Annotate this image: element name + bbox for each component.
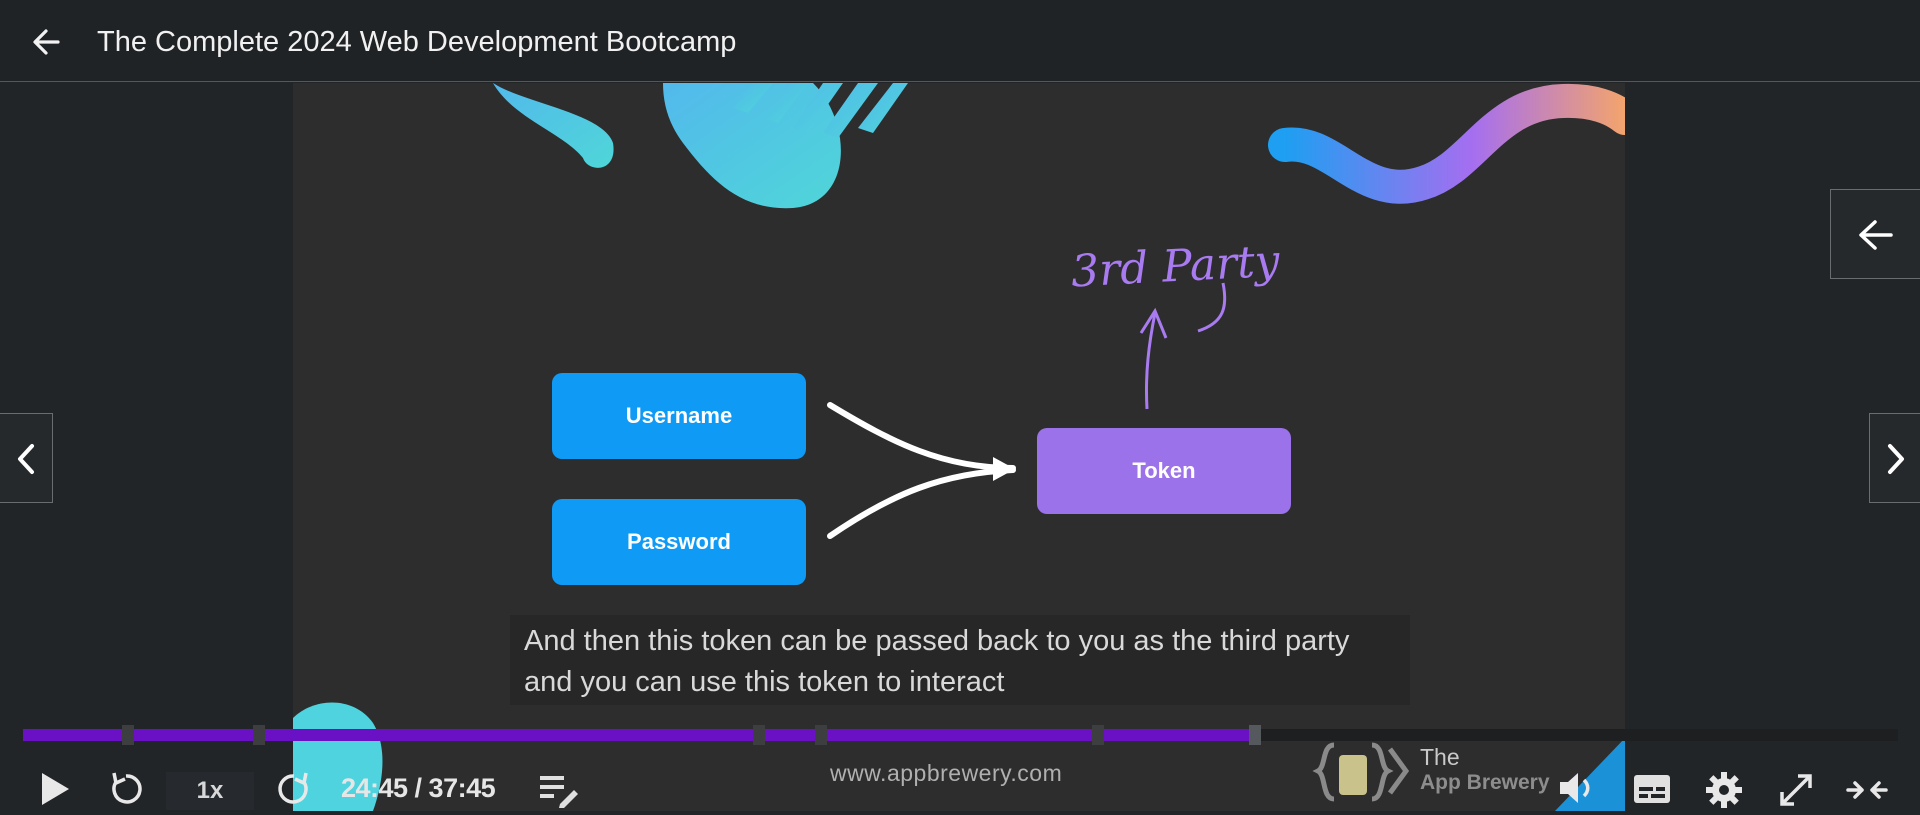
handwritten-note: 3rd Party: [1069, 235, 1281, 298]
chapter-marker[interactable]: [1092, 725, 1104, 745]
brand-logo: [1312, 737, 1410, 807]
chapter-marker[interactable]: [253, 725, 265, 745]
website-url: www.appbrewery.com: [830, 760, 1063, 786]
caption-line: And then this token can be passed back t…: [524, 625, 1350, 657]
brand-name-text: App Brewery: [1420, 771, 1550, 794]
playback-speed-button[interactable]: 1x: [166, 772, 254, 810]
top-bar: The Complete 2024 Web Development Bootca…: [0, 0, 1920, 82]
chapter-marker[interactable]: [753, 725, 765, 745]
progress-bar[interactable]: [23, 725, 1898, 745]
password-box: Password: [552, 499, 806, 585]
notes-icon[interactable]: [538, 772, 580, 808]
chapter-marker[interactable]: [122, 725, 134, 745]
rewind-icon[interactable]: [106, 768, 146, 808]
collapse-icon[interactable]: [1846, 772, 1888, 808]
chapter-marker[interactable]: [1249, 725, 1261, 745]
video-stage[interactable]: Username Password Token 3rd Party And th…: [0, 83, 1920, 811]
time-display: 24:45 / 37:45: [341, 773, 496, 803]
token-box: Token: [1037, 428, 1291, 514]
caption-line: and you can use this token to interact: [524, 666, 1005, 698]
forward-icon[interactable]: [274, 768, 314, 808]
open-sidebar-button[interactable]: [1830, 189, 1920, 279]
progress-fill: [23, 729, 1257, 741]
chevron-right-icon: [1888, 444, 1904, 474]
back-arrow-icon[interactable]: [28, 24, 68, 60]
chevron-left-icon: [18, 444, 34, 474]
previous-lecture-button[interactable]: [0, 413, 53, 503]
settings-icon[interactable]: [1704, 770, 1744, 810]
brand-the-text: The: [1420, 744, 1460, 770]
back-arrow-icon: [1859, 220, 1893, 250]
username-box: Username: [552, 373, 806, 459]
chapter-marker[interactable]: [815, 725, 827, 745]
course-title: The Complete 2024 Web Development Bootca…: [97, 26, 737, 58]
next-lecture-button[interactable]: [1869, 413, 1920, 503]
captions-icon[interactable]: [1632, 772, 1672, 806]
caption-box: And then this token can be passed back t…: [510, 615, 1410, 705]
play-icon[interactable]: [38, 770, 72, 808]
fullscreen-icon[interactable]: [1776, 770, 1816, 810]
volume-icon[interactable]: [1556, 768, 1598, 808]
